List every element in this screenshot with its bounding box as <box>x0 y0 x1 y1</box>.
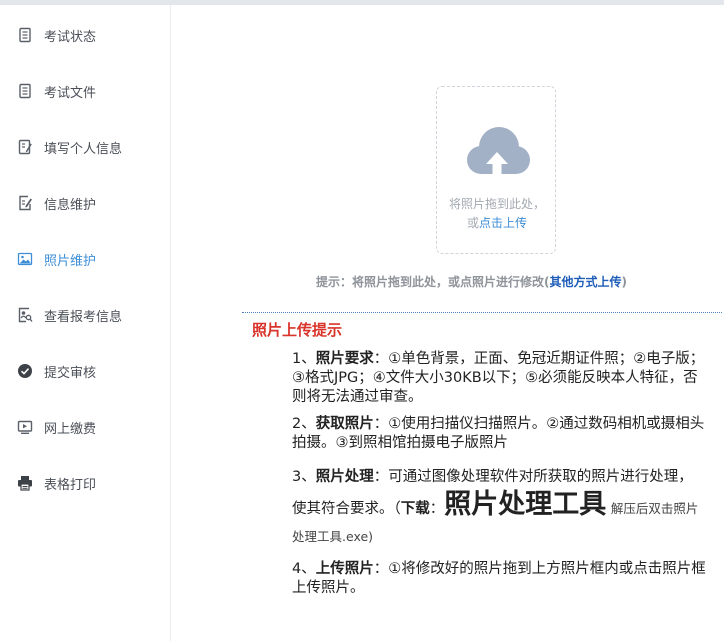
sidebar-item-exam-status[interactable]: 考试状态 <box>0 15 170 55</box>
sidebar-item-personal-info[interactable]: 填写个人信息 <box>0 127 170 167</box>
tip-upload-photo: 4、上传照片：①将修改好的照片拖到上方照片框内或点击照片框上传照片。 <box>292 561 706 596</box>
sidebar-item-label: 信息维护 <box>44 197 97 213</box>
download-label: 下载 <box>400 501 430 517</box>
photo-upload-dropzone[interactable]: 将照片拖到此处， 或点击上传 <box>436 86 556 254</box>
sidebar: 考试状态 考试文件 填写个人信息 信息维护 照片维护 查看报考信息 提交审核 网… <box>0 5 171 641</box>
sidebar-item-photo-maintenance[interactable]: 照片维护 <box>0 239 170 279</box>
image-icon <box>17 252 33 266</box>
cloud-upload-icon <box>467 127 530 174</box>
tips-title: 照片上传提示 <box>252 321 343 339</box>
document-icon <box>19 27 31 43</box>
sidebar-item-exam-files[interactable]: 考试文件 <box>0 71 170 111</box>
hint-close-paren: ) <box>621 275 627 289</box>
upload-click-line: 或点击上传 <box>437 214 557 231</box>
sidebar-item-label: 考试状态 <box>44 29 97 45</box>
payment-icon <box>17 420 33 435</box>
sidebar-item-online-payment[interactable]: 网上缴费 <box>0 407 170 447</box>
sidebar-item-label: 提交审核 <box>44 365 97 381</box>
photo-tool-download-link[interactable]: 照片处理工具 <box>444 489 606 520</box>
sidebar-item-label: 照片维护 <box>44 253 97 269</box>
sidebar-item-label: 表格打印 <box>44 477 97 493</box>
tip-get-photo: 2、获取照片：①使用扫描仪扫描照片。②通过数码相机或摄相头拍摄。③到照相馆拍摄电… <box>292 416 705 451</box>
check-circle-icon <box>18 364 32 378</box>
tip-photo-processing: 3、照片处理：可通过图像处理软件对所获取的照片进行处理，使其符合要求。（下载：照… <box>292 469 699 544</box>
printer-icon <box>18 476 32 491</box>
upload-hint: 提示：将照片拖到此处，或点照片进行修改(其他方式上传) <box>316 273 627 290</box>
other-upload-methods-link[interactable]: 其他方式上传 <box>550 275 622 289</box>
hint-text: 提示：将照片拖到此处，或点照片进行修改( <box>316 275 550 289</box>
edit-document-icon <box>19 195 32 211</box>
sidebar-item-label: 填写个人信息 <box>44 141 123 157</box>
document-icon <box>19 83 31 99</box>
upload-or-text: 或 <box>466 216 479 230</box>
sidebar-item-label: 查看报考信息 <box>44 309 123 325</box>
sidebar-item-form-print[interactable]: 表格打印 <box>0 463 170 503</box>
tip-photo-requirements: 1、照片要求：①单色背景，正面、免冠近期证件照；②电子版；③格式JPG；④文件大… <box>292 351 705 405</box>
form-edit-icon <box>18 139 32 155</box>
sidebar-item-view-registration[interactable]: 查看报考信息 <box>0 295 170 335</box>
sidebar-item-label: 考试文件 <box>44 85 97 101</box>
click-upload-link[interactable]: 点击上传 <box>479 216 527 230</box>
sidebar-item-label: 网上缴费 <box>44 421 97 437</box>
sidebar-item-submit-review[interactable]: 提交审核 <box>0 351 170 391</box>
upload-drag-text: 将照片拖到此处， <box>448 197 545 211</box>
sidebar-item-info-maintenance[interactable]: 信息维护 <box>0 183 170 223</box>
search-profile-icon <box>18 307 33 323</box>
dotted-divider <box>242 312 722 313</box>
